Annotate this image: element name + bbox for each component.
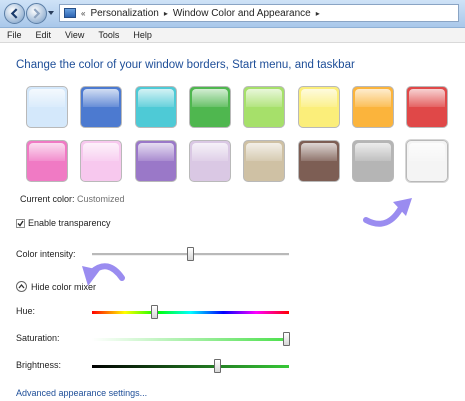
brightness-label: Brightness: bbox=[16, 360, 62, 370]
page-title: Change the color of your window borders,… bbox=[16, 59, 355, 71]
brightness-slider-track[interactable] bbox=[92, 365, 289, 368]
saturation-label: Saturation: bbox=[16, 333, 60, 343]
control-panel-icon bbox=[64, 8, 76, 18]
recent-pages-dropdown-icon[interactable] bbox=[48, 10, 54, 16]
current-color-label: Current color: bbox=[20, 194, 75, 204]
breadcrumb-personalization[interactable]: Personalization bbox=[90, 8, 158, 19]
color-swatch[interactable] bbox=[26, 140, 68, 182]
saturation-slider-thumb[interactable] bbox=[283, 332, 290, 346]
color-swatch[interactable] bbox=[243, 86, 285, 128]
transparency-row[interactable]: Enable transparency bbox=[16, 218, 111, 228]
checkmark-icon bbox=[17, 220, 24, 227]
current-color: Current color: Customized bbox=[20, 194, 125, 204]
hue-label: Hue: bbox=[16, 306, 36, 316]
color-swatch[interactable] bbox=[298, 140, 340, 182]
menu-bar: File Edit View Tools Help bbox=[0, 28, 465, 43]
forward-arrow-icon bbox=[33, 8, 41, 19]
forward-button[interactable] bbox=[26, 3, 47, 24]
hue-slider-track[interactable] bbox=[92, 311, 289, 314]
transparency-label: Enable transparency bbox=[28, 218, 111, 228]
breadcrumb-separator-icon[interactable]: ▸ bbox=[164, 9, 168, 18]
color-swatch[interactable] bbox=[80, 86, 122, 128]
color-swatch[interactable] bbox=[189, 86, 231, 128]
breadcrumb-separator-icon[interactable]: ▸ bbox=[316, 9, 320, 18]
brightness-slider-thumb[interactable] bbox=[214, 359, 221, 373]
color-swatch[interactable] bbox=[243, 140, 285, 182]
back-button[interactable] bbox=[4, 3, 25, 24]
menu-file[interactable]: File bbox=[0, 30, 29, 40]
menu-help[interactable]: Help bbox=[126, 30, 159, 40]
transparency-checkbox[interactable] bbox=[16, 218, 25, 228]
menu-tools[interactable]: Tools bbox=[91, 30, 126, 40]
address-bar: « Personalization ▸ Window Color and App… bbox=[0, 0, 465, 28]
menu-view[interactable]: View bbox=[58, 30, 91, 40]
color-swatch[interactable] bbox=[406, 86, 448, 128]
menu-edit[interactable]: Edit bbox=[29, 30, 59, 40]
curved-arrow-icon bbox=[363, 198, 412, 227]
color-swatch[interactable] bbox=[352, 140, 394, 182]
advanced-appearance-link[interactable]: Advanced appearance settings... bbox=[16, 388, 147, 398]
hide-color-mixer-toggle[interactable]: Hide color mixer bbox=[16, 281, 96, 292]
breadcrumb-overflow[interactable]: « bbox=[81, 9, 85, 18]
color-swatch[interactable] bbox=[135, 140, 177, 182]
hide-color-mixer-label: Hide color mixer bbox=[31, 281, 97, 292]
color-swatch[interactable] bbox=[26, 86, 68, 128]
chevron-up-icon[interactable] bbox=[16, 281, 27, 292]
color-swatch[interactable] bbox=[135, 86, 177, 128]
intensity-label: Color intensity: bbox=[16, 249, 76, 259]
hue-slider-thumb[interactable] bbox=[151, 305, 158, 319]
current-color-value: Customized bbox=[77, 194, 125, 204]
color-swatch[interactable] bbox=[406, 140, 448, 182]
color-swatch[interactable] bbox=[352, 86, 394, 128]
breadcrumb[interactable]: « Personalization ▸ Window Color and App… bbox=[59, 4, 459, 22]
back-arrow-icon bbox=[10, 8, 18, 19]
color-swatch[interactable] bbox=[189, 140, 231, 182]
saturation-slider-track[interactable] bbox=[92, 338, 289, 341]
intensity-slider-thumb[interactable] bbox=[187, 247, 194, 261]
color-swatch[interactable] bbox=[298, 86, 340, 128]
color-swatch[interactable] bbox=[80, 140, 122, 182]
breadcrumb-window-color[interactable]: Window Color and Appearance bbox=[173, 8, 311, 19]
